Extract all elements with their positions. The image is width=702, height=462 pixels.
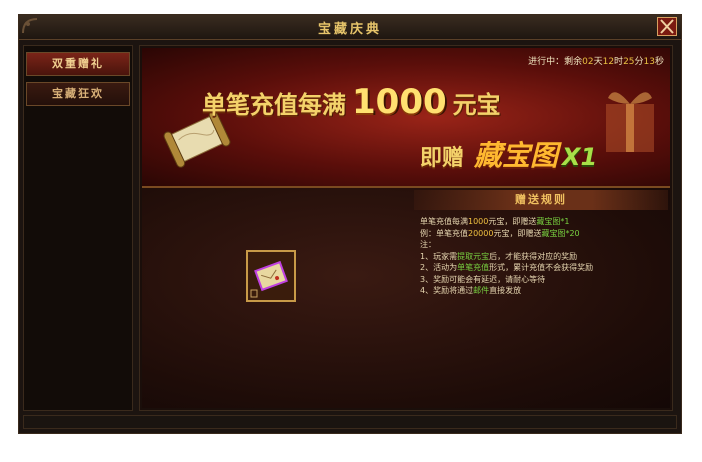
banner-headline: 单笔充值每满 1000 元宝 xyxy=(202,82,501,122)
close-icon[interactable] xyxy=(658,18,676,35)
rules-text: 单笔充值每满1000元宝，即赠送藏宝图*1 例：单笔充值20000元宝，即赠送藏… xyxy=(420,216,670,297)
treasure-map-icon[interactable] xyxy=(248,252,294,300)
rule-line: 注： xyxy=(420,240,436,249)
sidebar-item-treasure-carnival[interactable]: 宝藏狂欢 xyxy=(26,82,130,106)
rule-line: 1、玩家需提取元宝后，才能获得对应的奖励 xyxy=(420,251,578,261)
rules-header: 赠送规则 xyxy=(414,190,668,210)
window-title: 宝藏庆典 xyxy=(317,22,382,37)
close-button[interactable] xyxy=(657,17,677,36)
gift-box-icon xyxy=(606,92,654,152)
main-panel: 进行中：剩余02天12时25分13秒 单笔充值每满 1000 元宝 即赠 藏宝图 X1 xyxy=(139,45,673,411)
sidebar: 双重赠礼 宝藏狂欢 xyxy=(23,45,133,411)
sidebar-item-label: 双重赠礼 xyxy=(52,57,104,70)
event-window: 宝藏庆典 双重赠礼 宝藏狂欢 进行中：剩余02天12时25分13秒 单笔充值每满… xyxy=(18,14,682,434)
countdown-timer: 进行中：剩余02天12时25分13秒 xyxy=(528,57,664,67)
rule-line: 2、活动为单笔充值形式，累计充值不会获得奖励 xyxy=(420,263,594,272)
footer-bar xyxy=(23,415,677,429)
sidebar-item-double-gift[interactable]: 双重赠礼 xyxy=(26,52,130,76)
banner-subline: 即赠 藏宝图 X1 xyxy=(420,139,598,172)
sidebar-item-label: 宝藏狂欢 xyxy=(52,87,104,100)
rule-line: 3、奖励可能会有延迟，请耐心等待 xyxy=(420,274,546,284)
rules-section: 赠送规则 单笔充值每满1000元宝，即赠送藏宝图*1 例：单笔充值20000元宝… xyxy=(142,188,670,408)
rule-line: 例：单笔充值20000元宝，即赠送藏宝图*20 xyxy=(420,228,580,238)
rule-line: 单笔充值每满1000元宝，即赠送藏宝图*1 xyxy=(420,217,570,226)
reward-item-slot[interactable] xyxy=(246,250,296,302)
title-bar: 宝藏庆典 xyxy=(19,15,681,40)
rule-line: 4、奖励将通过邮件直接发放 xyxy=(420,286,522,295)
event-banner: 进行中：剩余02天12时25分13秒 单笔充值每满 1000 元宝 即赠 藏宝图 X1 xyxy=(142,48,670,188)
